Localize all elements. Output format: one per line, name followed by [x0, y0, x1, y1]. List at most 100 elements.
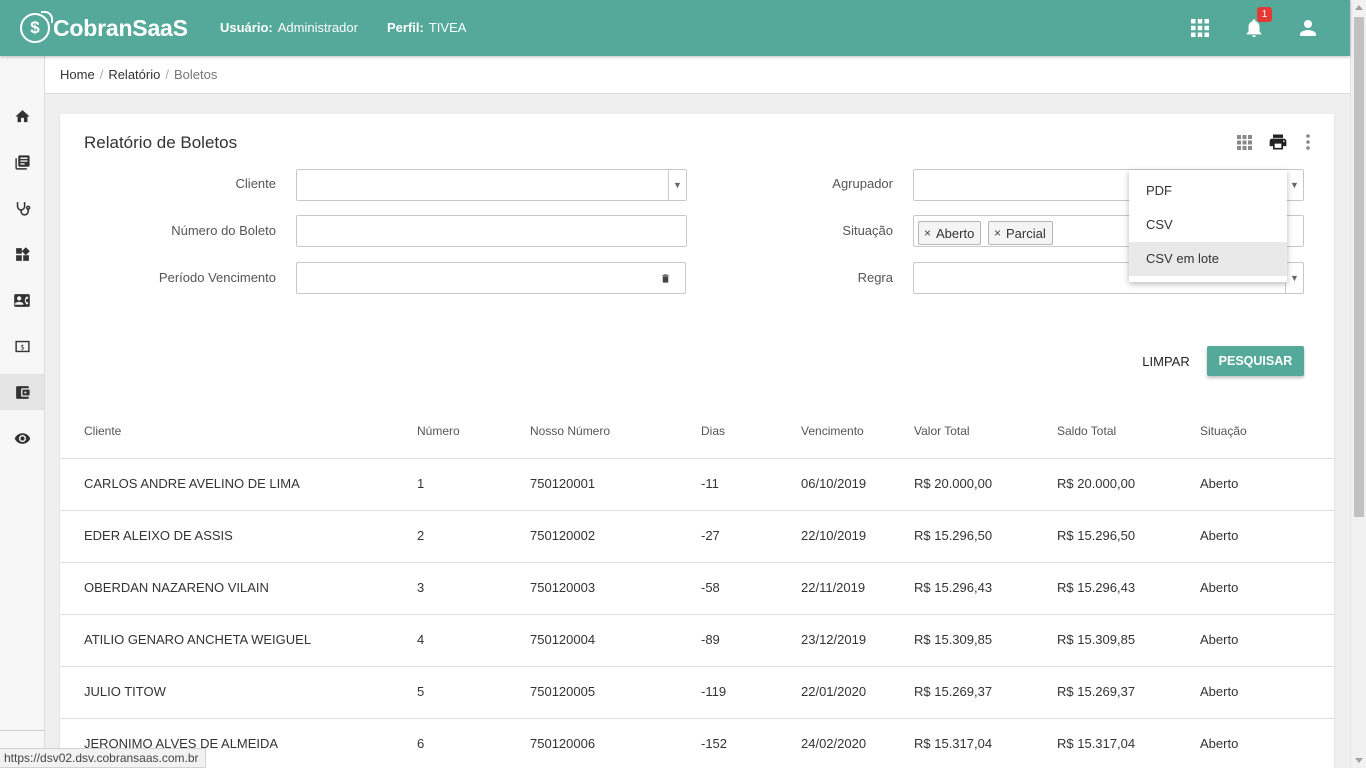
cell-cliente: OBERDAN NAZARENO VILAIN: [84, 580, 269, 595]
situacao-chip[interactable]: × Parcial: [988, 221, 1053, 245]
cell-numero: 3: [417, 580, 425, 595]
situacao-chip[interactable]: × Aberto: [918, 221, 982, 245]
widgets-icon: [15, 246, 30, 261]
cliente-select[interactable]: ▼: [296, 169, 687, 201]
cell-cliente: EDER ALEIXO DE ASSIS: [84, 528, 233, 543]
more-vert-icon: [1306, 134, 1310, 150]
cell-valor-total: R$ 15.296,50: [914, 528, 993, 543]
cell-situacao: Aberto: [1200, 632, 1239, 647]
notifications-button[interactable]: 1: [1240, 7, 1272, 41]
cell-vencimento: 22/10/2019: [801, 528, 867, 543]
home-icon: [14, 109, 30, 122]
profile-label: Perfil:: [387, 20, 424, 35]
chevron-down-icon[interactable]: ▼: [668, 170, 686, 200]
chip-remove-icon[interactable]: ×: [994, 226, 1001, 240]
cell-dias: -152: [701, 736, 728, 751]
sidebar-item-view[interactable]: [0, 420, 44, 456]
cell-dias: -58: [701, 580, 720, 595]
cell-vencimento: 22/11/2019: [801, 580, 866, 595]
cell-cliente: JULIO TITOW: [84, 684, 166, 699]
cell-valor-total: R$ 15.269,37: [914, 684, 993, 699]
cell-saldo-total: R$ 15.296,43: [1057, 580, 1136, 595]
situacao-label: Situação: [842, 223, 893, 238]
sidebar-item-widgets[interactable]: [0, 236, 44, 272]
print-icon: [1269, 134, 1287, 150]
menu-item-csv-em-lote[interactable]: CSV em lote: [1129, 242, 1287, 276]
chevron-down-icon[interactable]: ▼: [1285, 263, 1303, 293]
notification-badge: 1: [1257, 7, 1272, 22]
clear-period-button[interactable]: [646, 262, 686, 294]
columns-button[interactable]: [1235, 131, 1253, 153]
cell-dias: -11: [701, 476, 719, 491]
cell-situacao: Aberto: [1200, 528, 1239, 543]
situacao-chip-label: Parcial: [1006, 225, 1046, 241]
apps-grid-button[interactable]: [1186, 15, 1214, 41]
money-icon: $: [14, 340, 30, 352]
column-header-dias[interactable]: Dias: [701, 424, 725, 438]
top-app-bar: $ CobranSaaS Usuário: Administrador Perfi…: [0, 0, 1350, 56]
column-header-nosso-numero[interactable]: Nosso Número: [530, 424, 610, 438]
scroll-thumb[interactable]: [1354, 17, 1364, 517]
cell-nosso-numero: 750120002: [530, 528, 596, 543]
situacao-chip-label: Aberto: [936, 225, 975, 241]
cell-numero: 6: [417, 736, 425, 751]
profile-info: Perfil: TIVEA: [387, 20, 466, 35]
table-row[interactable]: [60, 614, 1334, 615]
breadcrumb-separator: /: [99, 67, 104, 82]
sidebar-item-library[interactable]: [0, 144, 44, 180]
cell-nosso-numero: 750120006: [530, 736, 596, 751]
periodo-vencimento-label: Período Vencimento: [158, 270, 276, 285]
cell-numero: 2: [417, 528, 425, 543]
search-button[interactable]: PESQUISAR: [1207, 346, 1304, 376]
table-row[interactable]: [60, 666, 1334, 667]
more-options-button[interactable]: [1302, 131, 1314, 153]
sidebar-item-health[interactable]: [0, 190, 44, 226]
table-row[interactable]: [60, 562, 1334, 563]
logo-text: CobranSaaS: [53, 14, 188, 41]
app-logo[interactable]: $ CobranSaaS: [20, 11, 188, 45]
breadcrumb-home[interactable]: Home: [60, 67, 95, 82]
user-label: Usuário:: [220, 20, 273, 35]
browser-status-url: https://dsv02.dsv.cobransaas.com.br: [0, 748, 206, 768]
clear-button[interactable]: LIMPAR: [1141, 346, 1191, 376]
table-row[interactable]: [60, 718, 1334, 719]
column-header-vencimento[interactable]: Vencimento: [801, 424, 864, 438]
cell-cliente: ATILIO GENARO ANCHETA WEIGUEL: [84, 632, 312, 647]
sidebar-item-contacts[interactable]: [0, 282, 44, 318]
stethoscope-icon: [16, 201, 30, 216]
cell-vencimento: 24/02/2020: [801, 736, 867, 751]
sidebar-item-home[interactable]: [0, 98, 44, 134]
sidebar-item-wallet[interactable]: [0, 374, 44, 410]
cell-dias: -119: [701, 684, 727, 699]
page-scrollbar[interactable]: [1350, 0, 1366, 768]
numero-boleto-input[interactable]: [296, 215, 687, 247]
sidebar: $: [0, 56, 45, 768]
cell-saldo-total: R$ 15.309,85: [1057, 632, 1136, 647]
trash-icon: [662, 273, 669, 283]
cell-valor-total: R$ 20.000,00: [914, 476, 993, 491]
cell-vencimento: 23/12/2019: [801, 632, 867, 647]
book-icon: [14, 154, 30, 170]
column-header-situacao[interactable]: Situação: [1200, 424, 1247, 438]
account-button[interactable]: [1294, 15, 1322, 41]
chevron-down-icon[interactable]: ▼: [1285, 170, 1303, 200]
cell-nosso-numero: 750120005: [530, 684, 596, 699]
scroll-up-arrow-icon[interactable]: [1355, 5, 1363, 10]
menu-item-csv[interactable]: CSV: [1129, 208, 1287, 242]
cell-valor-total: R$ 15.296,43: [914, 580, 993, 595]
cell-nosso-numero: 750120001: [530, 476, 596, 491]
column-header-numero[interactable]: Número: [417, 424, 460, 438]
column-header-cliente[interactable]: Cliente: [84, 424, 121, 438]
print-button[interactable]: [1267, 131, 1289, 153]
column-header-valor-total[interactable]: Valor Total: [914, 424, 970, 438]
eye-icon: [14, 432, 30, 444]
breadcrumb-relatorio[interactable]: Relatório: [108, 67, 160, 82]
periodo-vencimento-input[interactable]: [296, 262, 647, 294]
table-row[interactable]: [60, 510, 1334, 511]
column-header-saldo-total[interactable]: Saldo Total: [1057, 424, 1116, 438]
menu-item-pdf[interactable]: PDF: [1129, 174, 1287, 208]
sidebar-item-finance[interactable]: $: [0, 328, 44, 364]
scroll-down-arrow-icon[interactable]: [1355, 758, 1363, 763]
chip-remove-icon[interactable]: ×: [924, 226, 931, 240]
table-row[interactable]: [60, 458, 1334, 459]
